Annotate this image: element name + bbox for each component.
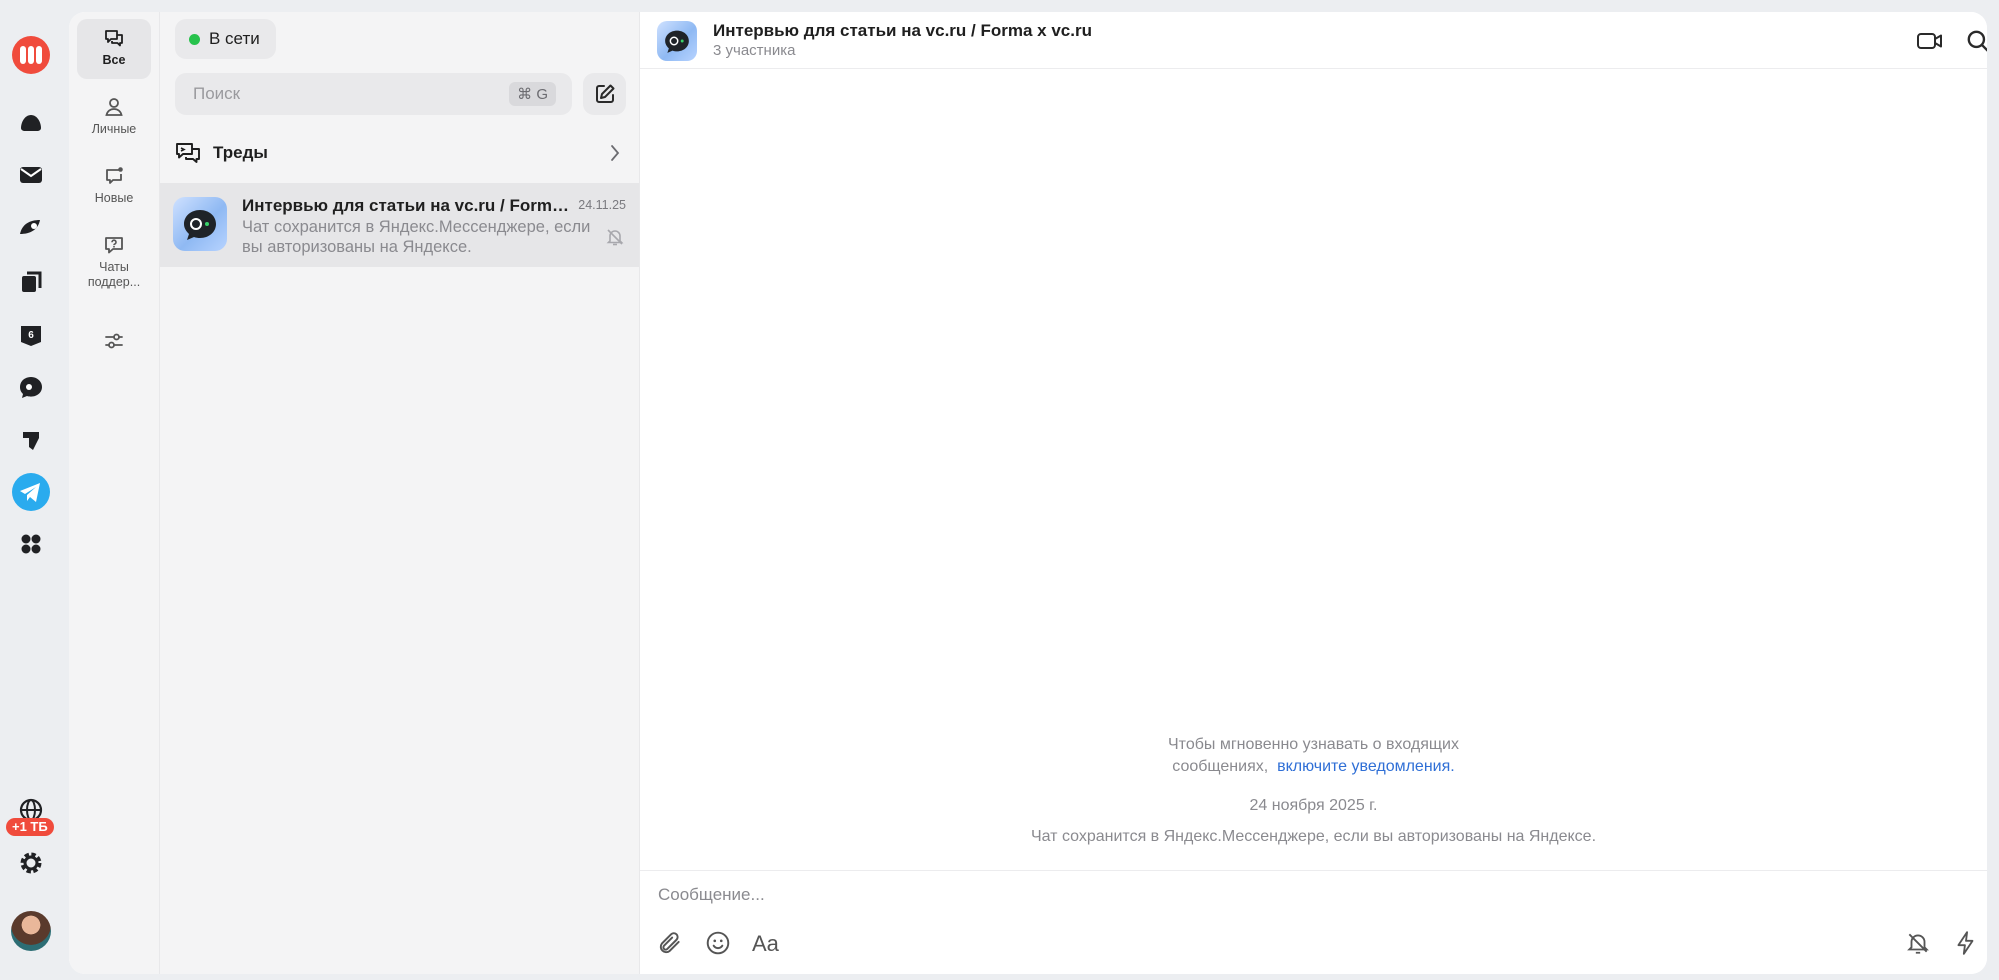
folder-label: Новые	[94, 191, 134, 205]
compose-icon	[595, 84, 614, 103]
chat-bubble-logo-icon	[184, 210, 216, 240]
attach-button[interactable]	[654, 927, 686, 959]
conversation-title[interactable]: Интервью для статьи на vc.ru / Forma x v…	[713, 21, 1092, 41]
search-hotkey-hint: ⌘ G	[509, 82, 556, 106]
search-input[interactable]	[193, 84, 510, 104]
chat-list-panel: В сети ⌘ G Треды Интервью для статьи на …	[160, 12, 640, 974]
chevron-right-icon	[611, 145, 620, 161]
emoji-button[interactable]	[702, 927, 734, 959]
message-input[interactable]	[658, 881, 1858, 909]
folder-label: Личные	[91, 122, 137, 136]
app-rail: 6 +1 ТБ	[0, 0, 64, 980]
folder-new[interactable]: Новые	[77, 157, 151, 217]
cloud-drive-icon[interactable]	[11, 102, 51, 142]
online-status-label: В сети	[209, 29, 260, 48]
notifications-prompt: Чтобы мгновенно узнавать о входящих сооб…	[640, 734, 1987, 778]
message-composer: Aa	[640, 870, 1987, 974]
messenger-icon[interactable]	[11, 367, 51, 407]
muted-bell-icon	[605, 227, 625, 247]
conversation-avatar[interactable]	[657, 21, 697, 61]
folder-settings[interactable]	[77, 322, 151, 368]
silent-send-button[interactable]	[1902, 927, 1934, 959]
yandex-360-logo-icon[interactable]	[11, 35, 51, 75]
messenger-window: Все Личные Новые Чаты поддер... В сети ⌘…	[69, 12, 1987, 974]
participants-count[interactable]: 3 участника	[713, 42, 795, 59]
calendar-icon[interactable]: 6	[11, 314, 51, 354]
paperclip-icon	[659, 932, 680, 954]
text-format-icon: Aa	[752, 931, 780, 955]
date-separator: 24 ноября 2025 г.	[1249, 797, 1378, 814]
text-formatting-button[interactable]: Aa	[750, 927, 782, 959]
system-message: Чат сохранится в Яндекс.Мессенджере, есл…	[1030, 828, 1597, 845]
notifications-prompt-text: сообщениях,	[1172, 758, 1269, 775]
quick-actions-button[interactable]	[1950, 927, 1982, 959]
forms-icon[interactable]	[11, 420, 51, 460]
video-camera-icon	[1917, 33, 1942, 49]
threads-icon	[176, 143, 200, 163]
chat-item-preview: Чат сохранится в Яндекс.Мессенджере, есл…	[242, 218, 591, 256]
chat-item-date: 24.11.25	[578, 198, 626, 212]
folder-personal[interactable]: Личные	[77, 88, 151, 148]
mail-icon[interactable]	[11, 155, 51, 195]
telemost-icon[interactable]	[11, 208, 51, 248]
folder-column: Все Личные Новые Чаты поддер...	[69, 12, 160, 974]
person-icon	[105, 98, 123, 116]
smiley-icon	[706, 931, 730, 955]
notifications-prompt-text: Чтобы мгновенно узнавать о входящих	[1168, 736, 1459, 753]
new-chat-button[interactable]	[583, 73, 626, 115]
threads-label: Треды	[213, 143, 268, 162]
folder-label: Чаты поддер...	[87, 260, 141, 289]
chat-list-item[interactable]: Интервью для статьи на vc.ru / Forma x v…	[160, 183, 639, 267]
settings-gear-icon[interactable]	[11, 843, 51, 883]
search-icon	[1967, 30, 1987, 52]
question-chat-icon	[105, 237, 123, 254]
video-call-button[interactable]	[1915, 26, 1945, 56]
user-avatar[interactable]	[11, 911, 51, 951]
threads-link[interactable]: Треды	[160, 132, 639, 174]
svg-text:6: 6	[28, 330, 34, 341]
chat-avatar	[173, 197, 227, 251]
filters-icon	[105, 333, 123, 349]
online-status-button[interactable]: В сети	[175, 19, 276, 59]
search-in-chat-button[interactable]	[1963, 26, 1987, 56]
chat-bubble-logo-icon	[665, 30, 689, 53]
documents-icon[interactable]	[11, 261, 51, 301]
folder-label: Все	[102, 53, 126, 67]
storage-badge[interactable]: +1 ТБ	[6, 818, 54, 836]
conversation-pane: Интервью для статьи на vc.ru / Forma x v…	[640, 12, 1987, 974]
telegram-icon[interactable]	[11, 472, 51, 512]
lightning-icon	[1957, 931, 1974, 955]
bell-off-icon	[1907, 933, 1929, 954]
svg-text:Aa: Aa	[752, 931, 780, 955]
online-status-dot	[189, 33, 200, 45]
folder-all[interactable]: Все	[77, 19, 151, 79]
conversation-header: Интервью для статьи на vc.ru / Forma x v…	[640, 12, 1987, 69]
enable-notifications-link[interactable]: включите уведомления.	[1277, 758, 1455, 775]
folder-support-chats[interactable]: Чаты поддер...	[77, 226, 151, 304]
new-chat-icon	[106, 167, 123, 184]
chat-item-title: Интервью для статьи на vc.ru / Forma x v…	[242, 196, 572, 215]
search-box[interactable]: ⌘ G	[175, 73, 572, 115]
chats-icon	[105, 30, 123, 47]
all-apps-icon[interactable]	[11, 524, 51, 564]
